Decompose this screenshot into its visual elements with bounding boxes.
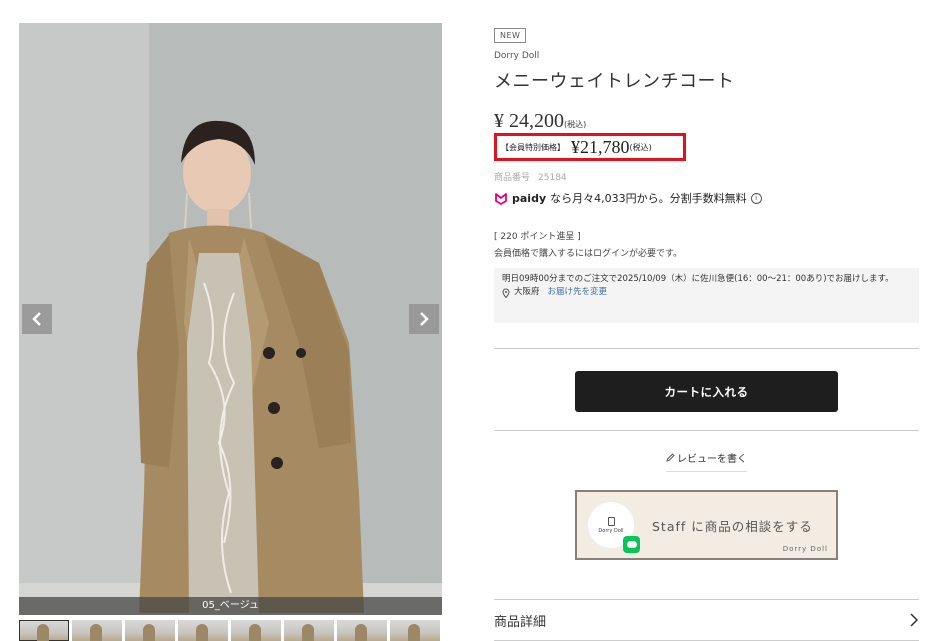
points-text: [ 220 ポイント進呈 ] — [494, 232, 581, 242]
product-photo — [19, 23, 442, 615]
sku-value: 25184 — [538, 173, 567, 183]
thumbnail[interactable] — [19, 620, 69, 641]
delivery-prefecture: 大阪府 — [514, 287, 540, 297]
shopping-bag-icon — [607, 516, 615, 526]
review-link-label: レビューを書く — [677, 454, 747, 465]
line-icon — [623, 536, 640, 553]
chevron-right-icon — [420, 312, 429, 326]
staff-logo-text: Dorry Doll — [598, 527, 624, 534]
chevron-right-icon — [910, 613, 919, 627]
member-price-label: 【会員特別価格】 — [501, 142, 565, 152]
thumbnail[interactable] — [125, 620, 175, 641]
staff-consult-text: Staff に商品の相談をする — [652, 518, 813, 534]
delivery-info: 明日09時00分までのご注文で2025/10/09（木）に佐川急便(16：00〜… — [494, 268, 919, 323]
price-value: ¥ 24,200 — [494, 110, 564, 132]
thumbnail[interactable] — [178, 620, 228, 641]
staff-banner-brand: Dorry Doll — [782, 545, 828, 553]
change-address-link[interactable]: お届け先を変更 — [548, 286, 608, 299]
paidy-installment: paidy なら月々4,033円から。分割手数料無料 i — [494, 190, 762, 206]
product-info: NEW Dorry Doll メニーウェイトレンチコート ¥ 24,200(税込… — [494, 23, 919, 641]
thumbnail[interactable] — [390, 620, 440, 641]
brand-name: Dorry Doll — [494, 51, 540, 61]
product-details-accordion[interactable]: 商品詳細 — [494, 599, 919, 641]
member-price-box: 【会員特別価格】 ¥21,780 (税込) — [494, 133, 686, 161]
pencil-icon — [666, 453, 675, 462]
sku: 商品番号 25184 — [494, 170, 567, 183]
location-pin-icon — [502, 288, 510, 298]
divider — [494, 348, 919, 349]
paidy-logo-icon — [495, 192, 507, 205]
delivery-message: 明日09時00分までのご注文で2025/10/09（木）に佐川急便(16：00〜… — [502, 274, 894, 284]
delivery-location: 大阪府 お届け先を変更 — [502, 286, 911, 299]
brand-logo: Dorry Doll — [588, 502, 640, 553]
member-price-value: ¥21,780 — [571, 136, 630, 157]
thumbnail[interactable] — [72, 620, 122, 641]
write-review-link[interactable]: レビューを書く — [666, 450, 747, 472]
price-tax-note: (税込) — [564, 120, 587, 129]
product-gallery[interactable]: 05_ベージュ — [19, 23, 442, 615]
price: ¥ 24,200(税込) — [494, 110, 586, 133]
divider — [494, 430, 919, 431]
thumbnail[interactable] — [337, 620, 387, 641]
sku-label: 商品番号 — [494, 173, 531, 183]
login-note: 会員価格で購入するにはログインが必要です。 — [494, 249, 683, 259]
thumbnail-strip — [19, 620, 442, 641]
chevron-left-icon — [32, 312, 41, 326]
image-caption: 05_ベージュ — [19, 597, 442, 615]
info-icon[interactable]: i — [750, 192, 762, 204]
thumbnail[interactable] — [231, 620, 281, 641]
new-badge: NEW — [494, 28, 527, 43]
paidy-wordmark: paidy — [512, 191, 547, 205]
prev-image-button[interactable] — [22, 304, 52, 334]
next-image-button[interactable] — [409, 304, 439, 334]
member-price-tax-note: (税込) — [629, 142, 652, 152]
staff-consult-banner[interactable]: Dorry Doll Staff に商品の相談をする Dorry Doll — [575, 490, 838, 560]
thumbnail[interactable] — [284, 620, 334, 641]
product-title: メニーウェイトレンチコート — [494, 71, 735, 92]
paidy-text: なら月々4,033円から。分割手数料無料 — [550, 192, 747, 205]
product-details-label: 商品詳細 — [494, 614, 547, 630]
add-to-cart-button[interactable]: カートに入れる — [575, 371, 838, 412]
